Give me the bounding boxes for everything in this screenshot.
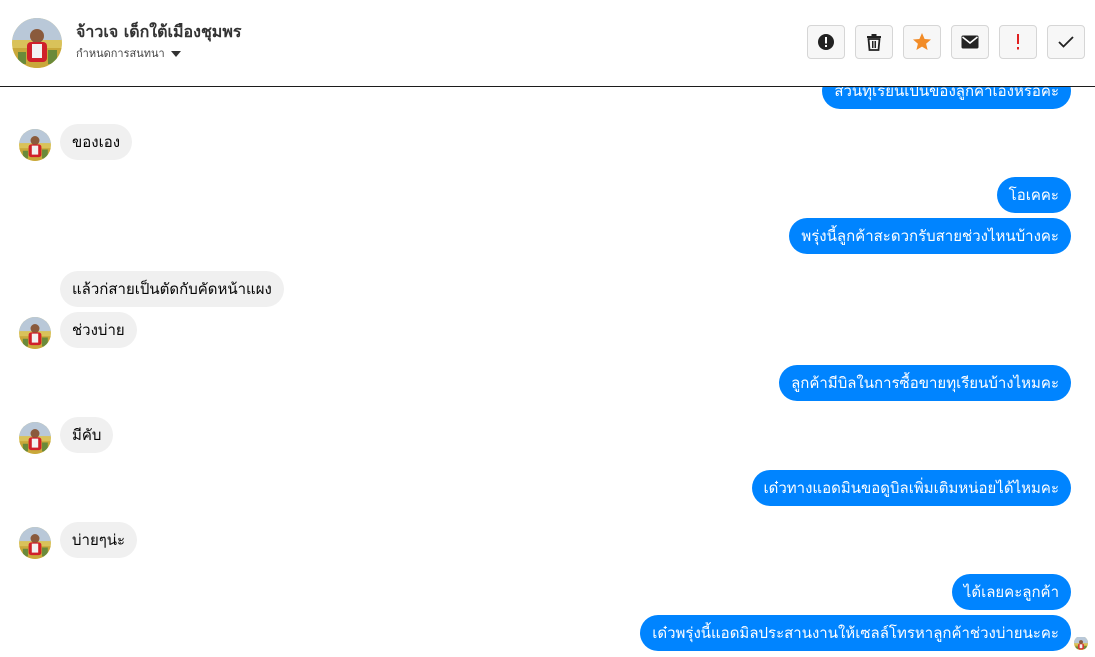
message-thread[interactable]: ส่วนทุเรียนเป็นของลูกค้าเองหรือคะ ของเอง… (0, 87, 1095, 657)
conversation-settings-dropdown[interactable]: กำหนดการสนทนา (76, 44, 181, 62)
incoming-message[interactable]: มีคับ (60, 417, 114, 453)
outgoing-message[interactable]: เด๋วทางแอดมินขอดูบิลเพิ่มเติมหน่อยได้ไหม… (751, 470, 1071, 506)
outgoing-message[interactable]: ได้เลยคะลูกค้า (951, 574, 1071, 610)
contact-name[interactable]: จ้าวเจ เด็กใต้เมืองชุมพร (76, 20, 242, 45)
exclamation-icon (1017, 34, 1019, 50)
outgoing-message[interactable]: ลูกค้ามีบิลในการซื้อขายทุเรียนบ้างไหมคะ (779, 365, 1071, 401)
customer-avatar (19, 422, 51, 454)
incoming-message[interactable]: ช่วงบ่าย (60, 312, 137, 348)
incoming-message[interactable]: บ่ายๆน่ะ (60, 522, 138, 558)
mark-unread-button[interactable] (951, 25, 989, 59)
report-spam-button[interactable] (807, 25, 845, 59)
star-button[interactable] (903, 25, 941, 59)
checkmark-icon (1058, 36, 1074, 48)
outgoing-message[interactable]: ส่วนทุเรียนเป็นของลูกค้าเองหรือคะ (822, 87, 1071, 109)
mark-done-button[interactable] (1047, 25, 1085, 59)
conversation-header: จ้าวเจ เด็กใต้เมืองชุมพร กำหนดการสนทนา (0, 0, 1095, 87)
caret-down-icon (170, 51, 181, 57)
envelope-icon (961, 35, 979, 49)
outgoing-message[interactable]: พรุ่งนี้ลูกค้าสะดวกรับสายช่วงไหนบ้างคะ (789, 218, 1071, 254)
star-icon (913, 33, 931, 50)
conversation-toolbar (807, 25, 1085, 59)
customer-avatar (19, 527, 51, 559)
outgoing-message[interactable]: โอเคคะ (996, 177, 1071, 213)
incoming-message[interactable]: ของเอง (60, 124, 133, 160)
customer-avatar (19, 129, 51, 161)
trash-icon (867, 34, 881, 51)
alert-circle-icon (818, 34, 834, 50)
conversation-settings-label: กำหนดการสนทนา (76, 47, 165, 60)
flag-important-button[interactable] (999, 25, 1037, 59)
outgoing-message[interactable]: เด๋วพรุ่งนี้แอดมิลประสานงานให้เซลล์โทรหา… (640, 615, 1071, 651)
seen-indicator-avatar (1074, 636, 1088, 650)
incoming-message[interactable]: แล้วก่สายเป็นตัดกับคัดหน้าแผง (60, 271, 284, 307)
customer-avatar (19, 317, 51, 349)
contact-avatar[interactable] (12, 18, 62, 68)
delete-button[interactable] (855, 25, 893, 59)
